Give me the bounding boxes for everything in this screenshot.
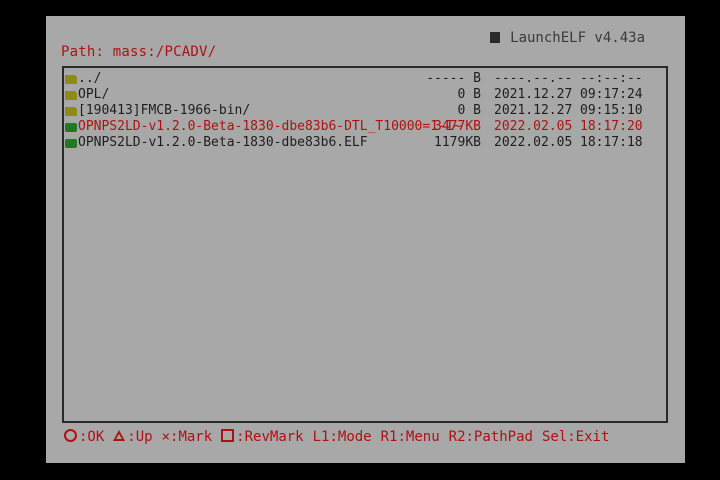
file-date: ----.--.-- (494, 71, 573, 86)
file-name: OPL/ (78, 87, 110, 102)
file-date: 2021.12.27 (494, 103, 573, 118)
file-row-fmcb[interactable]: [190413]FMCB-1966-bin/ 0 B 2021.12.27 09… (64, 103, 666, 119)
hint-mark: ×:Mark (161, 429, 213, 445)
file-name: OPNPS2LD-v1.2.0-Beta-1830-dbe83b6-DTL_T1… (78, 119, 462, 134)
folder-icon (65, 91, 77, 100)
hint-ok: :OK (64, 429, 104, 445)
file-size: ----- B (426, 71, 481, 86)
file-row-parent[interactable]: ../ ----- B ----.--.-- --:--:-- (64, 71, 666, 87)
circle-button-icon (64, 429, 77, 442)
file-list: ../ ----- B ----.--.-- --:--:-- OPL/ 0 B… (62, 66, 668, 423)
hint-up: :Up (113, 429, 153, 445)
file-size: 0 B (457, 103, 481, 118)
folder-icon (65, 75, 77, 84)
current-path: Path: mass:/PCADV/ (61, 44, 217, 60)
button-hints: :OK :Up ×:Mark :RevMark L1:Mode R1:Menu R2:Pat… (64, 429, 618, 445)
file-name: [190413]FMCB-1966-bin/ (78, 103, 251, 118)
file-size: 3477KB (434, 119, 481, 134)
file-row-opl[interactable]: OPL/ 0 B 2021.12.27 09:17:24 (64, 87, 666, 103)
file-row-opnps2ld-elf[interactable]: OPNPS2LD-v1.2.0-Beta-1830-dbe83b6.ELF 11… (64, 135, 666, 151)
folder-icon (65, 107, 77, 116)
title-square-icon (490, 32, 501, 43)
file-time: --:--:-- (580, 71, 643, 86)
app-title: LaunchELF v4.43a (490, 30, 645, 46)
app-title-text: LaunchELF v4.43a (510, 30, 645, 46)
file-date: 2022.02.05 (494, 135, 573, 150)
file-icon (65, 139, 77, 148)
hint-menu: R1:Menu (380, 429, 440, 445)
file-date: 2021.12.27 (494, 87, 573, 102)
file-time: 18:17:20 (580, 119, 643, 134)
file-size: 1179KB (434, 135, 481, 150)
file-time: 09:17:24 (580, 87, 643, 102)
hint-pathpad: R2:PathPad (448, 429, 533, 445)
hint-exit: Sel:Exit (541, 429, 610, 445)
hint-revmark: :RevMark (221, 429, 304, 445)
triangle-button-icon (113, 430, 126, 441)
file-time: 18:17:18 (580, 135, 643, 150)
file-name: OPNPS2LD-v1.2.0-Beta-1830-dbe83b6.ELF (78, 135, 368, 150)
file-name: ../ (78, 71, 102, 86)
square-button-icon (221, 429, 235, 442)
launchelf-screen: Path: mass:/PCADV/ LaunchELF v4.43a ../ … (46, 16, 685, 463)
hint-mode: L1:Mode (312, 429, 372, 445)
file-row-opnps2ld-selected[interactable]: OPNPS2LD-v1.2.0-Beta-1830-dbe83b6-DTL_T1… (64, 119, 666, 135)
file-size: 0 B (457, 87, 481, 102)
file-icon (65, 123, 77, 132)
file-time: 09:15:10 (580, 103, 643, 118)
file-date: 2022.02.05 (494, 119, 573, 134)
